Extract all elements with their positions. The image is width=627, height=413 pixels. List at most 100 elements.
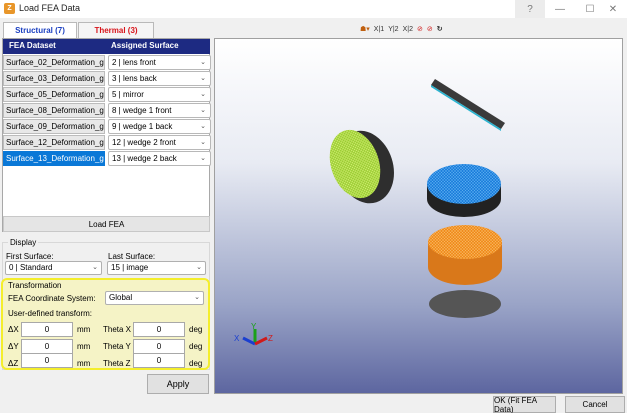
chevron-down-icon: ⌄ bbox=[200, 139, 206, 146]
dataset-name[interactable]: Surface_09_Deformation_glo bbox=[3, 119, 105, 134]
header-assigned-surface: Assigned Surface bbox=[111, 41, 179, 50]
table-row[interactable]: Surface_03_Deformation_glo 3 | lens back… bbox=[3, 71, 211, 87]
surface-select[interactable]: 5 | mirror ⌄ bbox=[108, 87, 211, 102]
dataset-name[interactable]: Surface_05_Deformation_glo bbox=[3, 87, 105, 102]
table-row-selected[interactable]: Surface_13_Deformation_glo 13 | wedge 2 … bbox=[3, 151, 211, 167]
table-row[interactable]: Surface_02_Deformation_glo 2 | lens fron… bbox=[3, 55, 211, 71]
surface-select[interactable]: 12 | wedge 2 front ⌄ bbox=[108, 135, 211, 150]
surface-value: 13 | wedge 2 back bbox=[112, 154, 177, 163]
theta-y-label: Theta Y bbox=[103, 342, 131, 351]
chevron-down-icon: ⌄ bbox=[200, 91, 206, 98]
chevron-down-icon: ⌄ bbox=[200, 75, 206, 82]
view-button-x1[interactable]: X|1 bbox=[374, 26, 384, 33]
theta-y-unit: deg bbox=[189, 342, 203, 351]
last-surface-select[interactable]: 15 | image ⌄ bbox=[107, 261, 206, 275]
tab-thermal[interactable]: Thermal (3) bbox=[78, 22, 154, 38]
dataset-name[interactable]: Surface_13_Deformation_glo bbox=[3, 151, 105, 166]
table-header: FEA Dataset Assigned Surface bbox=[3, 39, 210, 54]
first-surface-label: First Surface: bbox=[6, 252, 54, 261]
load-fea-button[interactable]: Load FEA bbox=[3, 216, 210, 232]
header-fea-dataset: FEA Dataset bbox=[9, 41, 56, 50]
transformation-group-title: Transformation bbox=[8, 281, 62, 290]
3d-viewport[interactable]: Y X Z bbox=[214, 38, 623, 394]
surface-value: 2 | lens front bbox=[112, 58, 156, 67]
first-surface-value: 0 | Standard bbox=[9, 263, 53, 272]
cancel-button[interactable]: Cancel bbox=[565, 396, 625, 413]
tab-structural[interactable]: Structural (7) bbox=[3, 22, 77, 38]
surface-select[interactable]: 8 | wedge 1 front ⌄ bbox=[108, 103, 211, 118]
first-surface-select[interactable]: 0 | Standard ⌄ bbox=[5, 261, 102, 275]
last-surface-value: 15 | image bbox=[111, 263, 149, 272]
app-icon: Z bbox=[4, 3, 15, 14]
no-rotate-icon[interactable]: ⊘ bbox=[417, 25, 423, 33]
table-row[interactable]: Surface_09_Deformation_glo 9 | wedge 1 b… bbox=[3, 119, 211, 135]
user-transform-label: User-defined transform: bbox=[8, 309, 93, 318]
surface-select[interactable]: 2 | lens front ⌄ bbox=[108, 55, 211, 70]
surface-value: 3 | lens back bbox=[112, 74, 157, 83]
view-button-y2[interactable]: Y|2 bbox=[388, 26, 398, 33]
surface-select[interactable]: 3 | lens back ⌄ bbox=[108, 71, 211, 86]
theta-x-unit: deg bbox=[189, 325, 203, 334]
surface-select[interactable]: 9 | wedge 1 back ⌄ bbox=[108, 119, 211, 134]
table-row[interactable]: Surface_08_Deformation_glo 8 | wedge 1 f… bbox=[3, 103, 211, 119]
delta-x-input[interactable]: 0 bbox=[21, 322, 73, 337]
triad-z-label: Z bbox=[268, 334, 273, 343]
delta-y-input[interactable]: 0 bbox=[21, 339, 73, 354]
view-button-x2[interactable]: X|2 bbox=[403, 26, 413, 33]
chevron-down-icon: ⌄ bbox=[200, 59, 206, 66]
chevron-down-icon: ⌄ bbox=[92, 264, 98, 271]
dataset-name[interactable]: Surface_08_Deformation_glo bbox=[3, 103, 105, 118]
triad-x-label: X bbox=[234, 334, 240, 343]
theta-z-unit: deg bbox=[189, 359, 203, 368]
wedge-1-surface bbox=[427, 164, 501, 217]
delta-x-label: ΔX bbox=[8, 325, 19, 334]
coord-system-label: FEA Coordinate System: bbox=[8, 294, 96, 303]
chevron-down-icon: ⌄ bbox=[200, 123, 206, 130]
close-button[interactable]: ✕ bbox=[598, 0, 627, 18]
help-button[interactable]: ? bbox=[515, 0, 545, 18]
window-title: Load FEA Data bbox=[19, 3, 81, 13]
minimize-button[interactable]: — bbox=[545, 0, 575, 18]
chevron-down-icon: ⌄ bbox=[194, 294, 200, 301]
chevron-down-icon: ⌄ bbox=[200, 107, 206, 114]
surface-value: 5 | mirror bbox=[112, 90, 144, 99]
delta-y-unit: mm bbox=[77, 342, 91, 351]
theta-x-input[interactable]: 0 bbox=[133, 322, 185, 337]
theta-z-label: Theta Z bbox=[103, 359, 131, 368]
lens-surface bbox=[329, 129, 394, 204]
dataset-name[interactable]: Surface_03_Deformation_glo bbox=[3, 71, 105, 86]
wedge-2-surface bbox=[428, 225, 502, 285]
chevron-down-icon: ⌄ bbox=[200, 155, 206, 162]
table-row[interactable]: Surface_05_Deformation_glo 5 | mirror ⌄ bbox=[3, 87, 211, 103]
surface-value: 9 | wedge 1 back bbox=[112, 122, 173, 131]
apply-button[interactable]: Apply bbox=[147, 374, 209, 394]
image-surface bbox=[429, 290, 501, 318]
no-pan-icon[interactable]: ⊘ bbox=[427, 25, 433, 33]
display-group-title: Display bbox=[8, 238, 39, 247]
coord-system-value: Global bbox=[109, 293, 133, 302]
surface-value: 8 | wedge 1 front bbox=[112, 106, 172, 115]
theta-y-input[interactable]: 0 bbox=[133, 339, 185, 354]
table-row[interactable]: Surface_12_Deformation_glo 12 | wedge 2 … bbox=[3, 135, 211, 151]
viewport-toolbar: ☗▾ X|1 Y|2 X|2 ⊘ ⊘ ↻ bbox=[360, 22, 443, 36]
delta-y-label: ΔY bbox=[8, 342, 19, 351]
surface-select[interactable]: 13 | wedge 2 back ⌄ bbox=[108, 151, 211, 166]
last-surface-label: Last Surface: bbox=[108, 252, 156, 261]
delta-z-label: ΔZ bbox=[8, 359, 19, 368]
view-style-icon[interactable]: ☗▾ bbox=[360, 25, 370, 33]
chevron-down-icon: ⌄ bbox=[196, 264, 202, 271]
scene-svg: Y X Z bbox=[234, 79, 505, 346]
ok-fit-button[interactable]: OK (Fit FEA Data) bbox=[493, 396, 556, 413]
delta-x-unit: mm bbox=[77, 325, 91, 334]
coord-system-select[interactable]: Global ⌄ bbox=[105, 291, 204, 305]
dataset-name[interactable]: Surface_12_Deformation_glo bbox=[3, 135, 105, 150]
surface-value: 12 | wedge 2 front bbox=[112, 138, 176, 147]
delta-z-input[interactable]: 0 bbox=[21, 353, 73, 368]
theta-x-label: Theta X bbox=[103, 325, 132, 334]
triad-y-label: Y bbox=[251, 322, 257, 331]
dataset-name[interactable]: Surface_02_Deformation_glo bbox=[3, 55, 105, 70]
theta-z-input[interactable]: 0 bbox=[133, 353, 185, 368]
axis-triad: Y X Z bbox=[234, 322, 273, 346]
thin-plate-surface bbox=[431, 79, 505, 131]
reset-view-icon[interactable]: ↻ bbox=[437, 25, 443, 33]
